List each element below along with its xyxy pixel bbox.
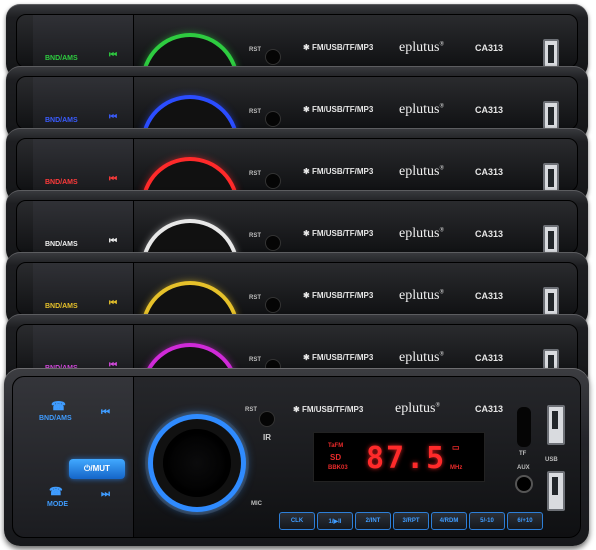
formats-label: ✱ FM/USB/TF/MP3: [303, 43, 374, 52]
brand-logo: eplutus®: [399, 164, 445, 179]
brand-logo: eplutus®: [399, 40, 445, 55]
clk-button[interactable]: CLK: [279, 512, 315, 530]
usb-port[interactable]: [543, 39, 559, 67]
unit-face: BND/AMS ⏮ RST ✱ FM/USB/TF/MP3 eplutus® C…: [16, 262, 578, 316]
display-indicator-bottom: BBK03: [328, 465, 348, 471]
prev-track-icon[interactable]: ⏮: [109, 297, 117, 308]
rst-label: RST: [249, 357, 261, 363]
ir-label: IR: [263, 433, 271, 442]
aux-jack[interactable]: [515, 475, 533, 493]
volume-knob[interactable]: [145, 411, 249, 515]
formats-label: ✱ FM/USB/TF/MP3: [303, 105, 374, 114]
reset-button[interactable]: [265, 235, 281, 251]
knob-center: [163, 429, 231, 497]
int-button[interactable]: 2/INT: [355, 512, 391, 530]
volume-knob-ring[interactable]: [145, 223, 235, 253]
model-label: CA313: [475, 105, 504, 115]
play-pause-button[interactable]: 1/▶II: [317, 512, 353, 530]
volume-knob-ring[interactable]: [145, 99, 235, 129]
volume-knob-ring: [153, 419, 241, 507]
model-label: CA313: [475, 167, 504, 177]
rst-label: RST: [249, 109, 261, 115]
plus-ten-button[interactable]: 6/+10: [507, 512, 543, 530]
usb-port[interactable]: [543, 163, 559, 191]
unit-face: BND/AMS ⏮ RST ✱ FM/USB/TF/MP3 eplutus® C…: [16, 200, 578, 254]
minus-ten-button[interactable]: 5/-10: [469, 512, 505, 530]
usb-label: USB: [545, 457, 558, 463]
formats-label: ✱ FM/USB/TF/MP3: [303, 353, 374, 362]
rst-label: RST: [249, 233, 261, 239]
volume-knob-ring[interactable]: [145, 285, 235, 315]
usb-port[interactable]: [543, 225, 559, 253]
volume-knob-ring[interactable]: [145, 37, 235, 67]
reset-button[interactable]: [265, 111, 281, 127]
next-track-button[interactable]: ⏭: [101, 489, 110, 500]
prev-track-icon[interactable]: ⏮: [109, 111, 117, 122]
bnd-ams-label: BND/AMS: [45, 303, 78, 310]
frequency-unit: MHz: [450, 465, 463, 471]
model-label: CA313: [475, 229, 504, 239]
radio-unit-front: ☎ BND/AMS ⏮ ⏻/MUT ☎ MODE ⏭ RST IR MIC ✱ …: [4, 368, 589, 546]
mute-power-button[interactable]: ⏻/MUT: [69, 459, 125, 479]
model-label: CA313: [475, 404, 504, 414]
brand-logo: eplutus®: [399, 102, 445, 117]
display-indicator-top: TaFM: [328, 443, 344, 449]
unit-face: BND/AMS ⏮ RST ✱ FM/USB/TF/MP3 eplutus® C…: [16, 14, 578, 68]
prev-track-button[interactable]: ⏮: [101, 407, 110, 418]
model-label: CA313: [475, 43, 504, 53]
model-label: CA313: [475, 291, 504, 301]
rst-label: RST: [249, 171, 261, 177]
reset-button[interactable]: [265, 173, 281, 189]
prev-track-icon[interactable]: ⏮: [109, 235, 117, 246]
reset-button[interactable]: [265, 297, 281, 313]
bnd-ams-label: BND/AMS: [45, 117, 78, 124]
front-face: ☎ BND/AMS ⏮ ⏻/MUT ☎ MODE ⏭ RST IR MIC ✱ …: [12, 376, 581, 538]
battery-icon: ▭: [452, 443, 460, 452]
lcd-display: TaFM SD BBK03 87.5 ▭ MHz: [313, 432, 485, 482]
rpt-button[interactable]: 3/RPT: [393, 512, 429, 530]
prev-track-icon[interactable]: ⏮: [109, 173, 117, 184]
model-label: CA313: [475, 353, 504, 363]
frequency-readout: 87.5: [366, 441, 447, 476]
usb-port[interactable]: [543, 287, 559, 315]
tf-label: TF: [519, 451, 527, 457]
bnd-ams-label: BND/AMS: [45, 241, 78, 248]
front-left-panel: ☎ BND/AMS ⏮ ⏻/MUT ☎ MODE ⏭: [13, 377, 134, 537]
formats-label: ✱ FM/USB/TF/MP3: [303, 229, 374, 238]
mode-icon[interactable]: ☎: [49, 485, 63, 498]
prev-track-icon[interactable]: ⏮: [109, 49, 117, 60]
bnd-ams-button[interactable]: BND/AMS: [39, 415, 72, 422]
aux-label: AUX: [517, 465, 530, 471]
usb-port[interactable]: [543, 101, 559, 129]
rst-label: RST: [245, 407, 257, 413]
bnd-ams-label: BND/AMS: [45, 179, 78, 186]
mode-button[interactable]: MODE: [47, 501, 68, 508]
phone-icon[interactable]: ☎: [51, 399, 66, 413]
rdm-button[interactable]: 4/RDM: [431, 512, 467, 530]
rst-label: RST: [249, 295, 261, 301]
rst-label: RST: [249, 47, 261, 53]
bnd-ams-label: BND/AMS: [45, 55, 78, 62]
display-sd-indicator: SD: [330, 453, 342, 462]
brand-logo: eplutus®: [395, 401, 441, 416]
mic-label: MIC: [251, 501, 262, 507]
brand-logo: eplutus®: [399, 288, 445, 303]
usb-port-bottom[interactable]: [547, 471, 565, 511]
unit-face: BND/AMS ⏮ RST ✱ FM/USB/TF/MP3 eplutus® C…: [16, 138, 578, 192]
reset-button[interactable]: [259, 411, 275, 427]
brand-logo: eplutus®: [399, 350, 445, 365]
reset-button[interactable]: [265, 49, 281, 65]
formats-label: ✱ FM/USB/TF/MP3: [303, 167, 374, 176]
tf-slot[interactable]: [517, 407, 531, 447]
unit-face: BND/AMS ⏮ RST ✱ FM/USB/TF/MP3 eplutus® C…: [16, 76, 578, 130]
usb-port-top[interactable]: [547, 405, 565, 445]
volume-knob-ring[interactable]: [145, 161, 235, 191]
brand-logo: eplutus®: [399, 226, 445, 241]
formats-label: ✱ FM/USB/TF/MP3: [293, 405, 364, 414]
formats-label: ✱ FM/USB/TF/MP3: [303, 291, 374, 300]
